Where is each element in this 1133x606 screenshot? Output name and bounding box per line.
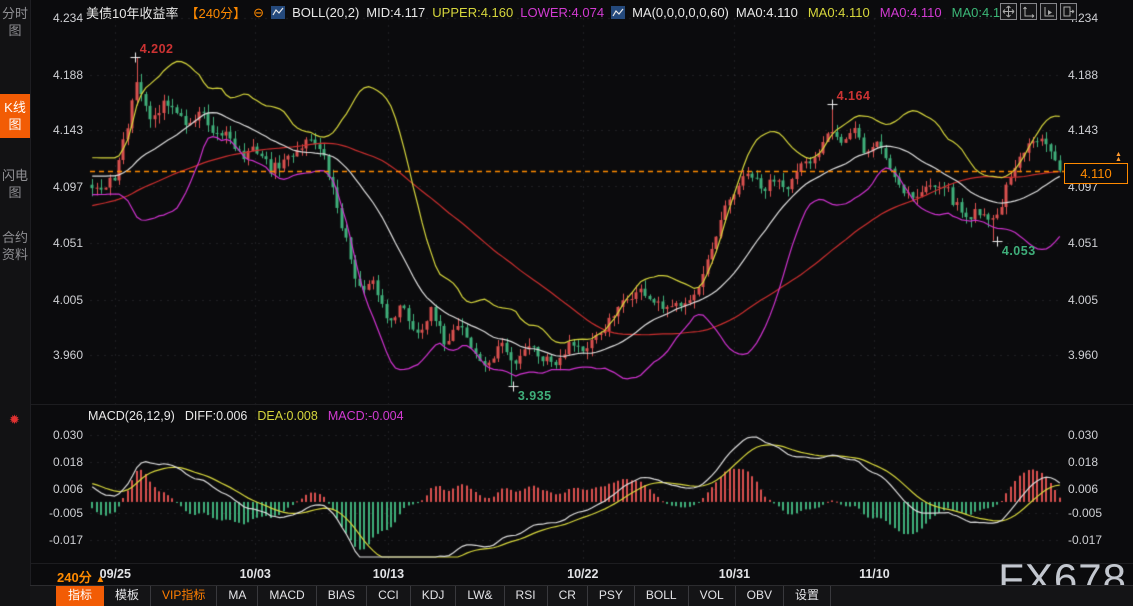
tab-RSI[interactable]: RSI <box>505 586 548 606</box>
macd-tick-right-1: 0.030 <box>1068 428 1120 442</box>
tab-CR[interactable]: CR <box>548 586 588 606</box>
timeframe-up-icon: ▲ <box>95 574 105 585</box>
symbol-title: 美债10年收益率 <box>86 3 178 22</box>
tab-指标[interactable]: 指标 <box>56 586 104 606</box>
price-tick-left-5: 4.051 <box>31 236 83 250</box>
tab-BOLL[interactable]: BOLL <box>635 586 689 606</box>
price-tick-left-3: 4.143 <box>31 123 83 137</box>
date-label-11/10: 11/10 <box>859 567 890 581</box>
macd-dea-value: DEA:0.008 <box>257 409 317 423</box>
boll-mid-value: MID:4.117 <box>366 5 425 20</box>
price-tick-left-7: 3.960 <box>31 348 83 362</box>
exit-icon[interactable] <box>1060 3 1077 20</box>
boll-upper-value: UPPER:4.160 <box>432 5 513 20</box>
boll-mini-chart-icon[interactable] <box>271 6 285 19</box>
ma-value-1: MA0:4.110 <box>736 5 798 20</box>
date-label-10/03: 10/03 <box>240 567 271 581</box>
tab-KDJ[interactable]: KDJ <box>411 586 457 606</box>
tab-VOL[interactable]: VOL <box>689 586 736 606</box>
footer-timeframe[interactable]: 240分 ▲ <box>57 567 105 586</box>
boll-label: BOLL(20,2) <box>292 5 359 20</box>
price-chart-canvas[interactable] <box>0 0 1133 606</box>
tab-OBV[interactable]: OBV <box>736 586 784 606</box>
date-label-10/22: 10/22 <box>567 567 598 581</box>
date-label-10/13: 10/13 <box>373 567 404 581</box>
macd-tick-left-3: 0.006 <box>31 482 83 496</box>
extreme-label-3.935: 3.935 <box>518 389 552 403</box>
macd-tick-left-5: -0.017 <box>31 533 83 547</box>
axis-scale-icon[interactable] <box>1020 3 1037 20</box>
window-controls <box>1000 3 1077 20</box>
macd-tick-right-4: -0.005 <box>1068 506 1120 520</box>
macd-tick-right-2: 0.018 <box>1068 455 1120 469</box>
price-tick-right-5: 4.051 <box>1068 236 1120 250</box>
tab-BIAS[interactable]: BIAS <box>317 586 367 606</box>
ma-mini-chart-icon[interactable] <box>611 6 625 19</box>
sidebar: 分时图 K线图闪电图合约资料 <box>0 0 31 606</box>
tab-MA[interactable]: MA <box>217 586 258 606</box>
macd-tick-right-3: 0.006 <box>1068 482 1120 496</box>
extreme-label-4.164: 4.164 <box>837 89 871 103</box>
last-price-tag[interactable]: 4.110 <box>1064 163 1128 184</box>
macd-params-label: MACD(26,12,9) <box>88 409 175 423</box>
boll-lower-value: LOWER:4.074 <box>520 5 604 20</box>
macd-diff-value: DIFF:0.006 <box>185 409 248 423</box>
macd-tick-left-1: 0.030 <box>31 428 83 442</box>
tab-模板[interactable]: 模板 <box>104 586 151 606</box>
date-label-10/31: 10/31 <box>719 567 750 581</box>
tab-PSY[interactable]: PSY <box>588 586 635 606</box>
extreme-label-4.202: 4.202 <box>140 42 174 56</box>
date-axis-divider <box>30 563 1133 564</box>
price-tick-left-4: 4.097 <box>31 180 83 194</box>
alert-burst-icon[interactable]: ✹ <box>9 412 20 428</box>
ma-label: MA(0,0,0,0,0,60) <box>632 5 729 20</box>
price-tick-left-2: 4.188 <box>31 68 83 82</box>
tab-设置[interactable]: 设置 <box>784 586 831 606</box>
sidebar-item-3[interactable]: 闪电图 <box>0 162 30 206</box>
price-tick-right-2: 4.188 <box>1068 68 1120 82</box>
ma-value-4: MA0:4.1 <box>952 5 1000 20</box>
macd-tick-right-5: -0.017 <box>1068 533 1120 547</box>
tab-MACD[interactable]: MACD <box>258 586 316 606</box>
collapse-icon[interactable]: ⊖ <box>253 5 264 21</box>
price-tick-right-7: 3.960 <box>1068 348 1120 362</box>
macd-value: MACD:-0.004 <box>328 409 404 423</box>
ma-value-2: MA0:4.110 <box>808 5 870 20</box>
footer-timeframe-label: 240分 <box>57 570 92 585</box>
macd-tick-left-2: 0.018 <box>31 455 83 469</box>
price-tick-left-1: 4.234 <box>31 11 83 25</box>
tab-CCI[interactable]: CCI <box>367 586 411 606</box>
jump-to-latest-icon[interactable]: ▲▲ <box>1115 152 1122 162</box>
trading-app-window: 分时图 K线图闪电图合约资料 ✹ 美债10年收益率 【240分】 ⊖ BOLL(2… <box>0 0 1133 606</box>
pane-divider <box>30 404 1133 405</box>
sidebar-item-1[interactable]: 分时图 <box>0 0 30 44</box>
extreme-label-4.053: 4.053 <box>1002 244 1036 258</box>
price-tick-right-6: 4.005 <box>1068 293 1120 307</box>
tab-VIP指标[interactable]: VIP指标 <box>151 586 217 606</box>
price-tick-left-6: 4.005 <box>31 293 83 307</box>
move-icon[interactable] <box>1000 3 1017 20</box>
macd-tick-left-4: -0.005 <box>31 506 83 520</box>
sidebar-item-4[interactable]: 合约资料 <box>0 224 30 268</box>
timeframe-label: 【240分】 <box>185 3 246 22</box>
indicator-tabbar: 指标模板VIP指标MAMACDBIASCCIKDJLW&RSICRPSYBOLL… <box>30 585 1133 606</box>
tab-LW&[interactable]: LW& <box>456 586 504 606</box>
macd-header: MACD(26,12,9) DIFF:0.006 DEA:0.008 MACD:… <box>88 409 404 423</box>
sidebar-item-2[interactable]: K线图 <box>0 94 30 138</box>
ma-value-3: MA0:4.110 <box>880 5 942 20</box>
price-tick-right-3: 4.143 <box>1068 123 1120 137</box>
header-ma-values: MA0:4.110 MA0:4.110 MA0:4.110 MA0:4.1 <box>736 5 1000 20</box>
axis-shift-icon[interactable] <box>1040 3 1057 20</box>
chart-header: 美债10年收益率 【240分】 ⊖ BOLL(20,2) MID:4.117 U… <box>86 3 1000 22</box>
